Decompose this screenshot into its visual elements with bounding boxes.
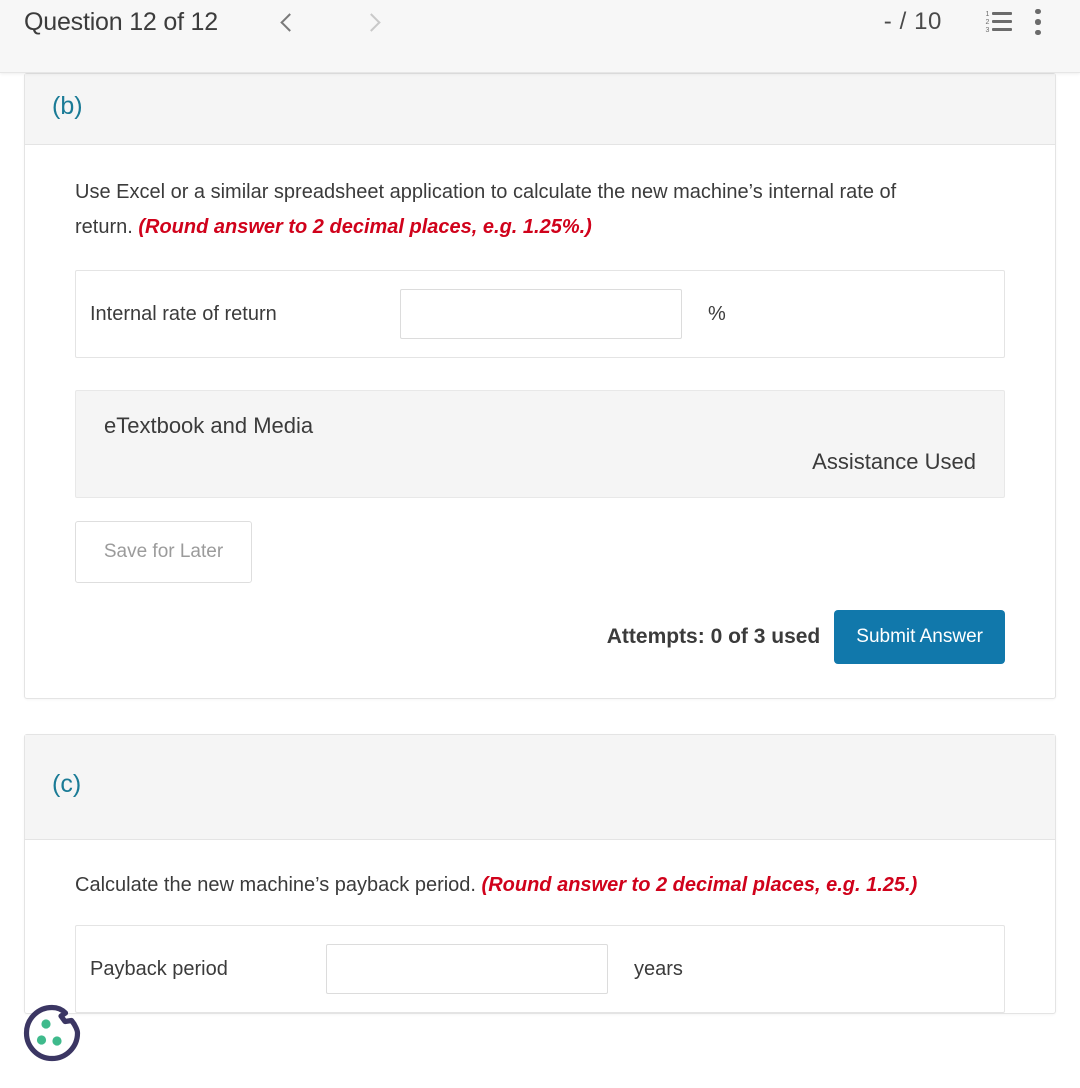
assistance-used-label: Assistance Used (812, 449, 976, 474)
numbered-list-icon: 1 2 3 (984, 11, 1012, 34)
internal-rate-of-return-input[interactable] (400, 289, 682, 339)
part-c-prompt-text: Calculate the new machine’s payback peri… (75, 874, 482, 896)
question-list-button[interactable]: 1 2 3 (978, 2, 1018, 42)
part-b-answer-row: Internal rate of return % (75, 270, 1005, 358)
save-row: Save for Later (75, 521, 1005, 583)
chevron-right-icon (362, 12, 382, 32)
part-b-prompt-hint: (Round answer to 2 decimal places, e.g. … (138, 216, 592, 238)
part-b-prompt: Use Excel or a similar spreadsheet appli… (75, 175, 945, 245)
question-page: Question 12 of 12 - / 10 1 2 3 (b) Use E… (0, 0, 1080, 1088)
part-c-header: (c) (25, 735, 1055, 840)
list-number-1: 1 (985, 11, 990, 18)
payback-period-input[interactable] (326, 944, 608, 994)
score-display: - / 10 (883, 8, 942, 35)
chevron-left-icon (280, 12, 300, 32)
part-c-prompt-hint: (Round answer to 2 decimal places, e.g. … (481, 874, 918, 896)
more-options-icon (1035, 8, 1041, 36)
attempts-counter: Attempts: 0 of 3 used (606, 625, 821, 648)
cookie-icon (23, 1004, 81, 1062)
part-b-answer-label: Internal rate of return (90, 302, 277, 325)
card-gap (0, 699, 1080, 734)
part-c-answer-label: Payback period (90, 957, 228, 980)
question-header-bar: Question 12 of 12 - / 10 1 2 3 (0, 0, 1080, 73)
part-c-label: (c) (52, 770, 82, 798)
etextbook-and-media-panel[interactable]: eTextbook and Media Assistance Used (75, 390, 1005, 498)
part-b-body: Use Excel or a similar spreadsheet appli… (25, 145, 1055, 698)
more-options-button[interactable] (1018, 2, 1058, 42)
next-question-button[interactable] (352, 2, 396, 42)
question-part-c: (c) Calculate the new machine’s payback … (24, 734, 1056, 1014)
question-content: (b) Use Excel or a similar spreadsheet a… (0, 73, 1080, 1088)
question-navigation (266, 2, 396, 42)
previous-question-button[interactable] (266, 2, 310, 42)
part-b-header: (b) (25, 74, 1055, 145)
save-for-later-button[interactable]: Save for Later (75, 521, 252, 583)
question-part-b: (b) Use Excel or a similar spreadsheet a… (24, 73, 1056, 699)
etextbook-and-media-title[interactable]: eTextbook and Media (104, 413, 976, 439)
part-c-prompt: Calculate the new machine’s payback peri… (75, 868, 945, 903)
cookie-consent-button[interactable] (19, 1000, 85, 1066)
part-c-answer-unit: years (634, 957, 683, 980)
list-number-2: 2 (985, 19, 990, 26)
part-b-answer-unit: % (708, 302, 726, 325)
submit-answer-button[interactable]: Submit Answer (834, 610, 1005, 664)
part-b-label: (b) (52, 92, 83, 120)
page-title: Question 12 of 12 (24, 7, 218, 36)
list-number-3: 3 (985, 27, 990, 34)
part-c-body: Calculate the new machine’s payback peri… (25, 840, 1055, 1013)
part-c-answer-row: Payback period years (75, 925, 1005, 1013)
submit-row: Attempts: 0 of 3 used Submit Answer (75, 610, 1005, 698)
